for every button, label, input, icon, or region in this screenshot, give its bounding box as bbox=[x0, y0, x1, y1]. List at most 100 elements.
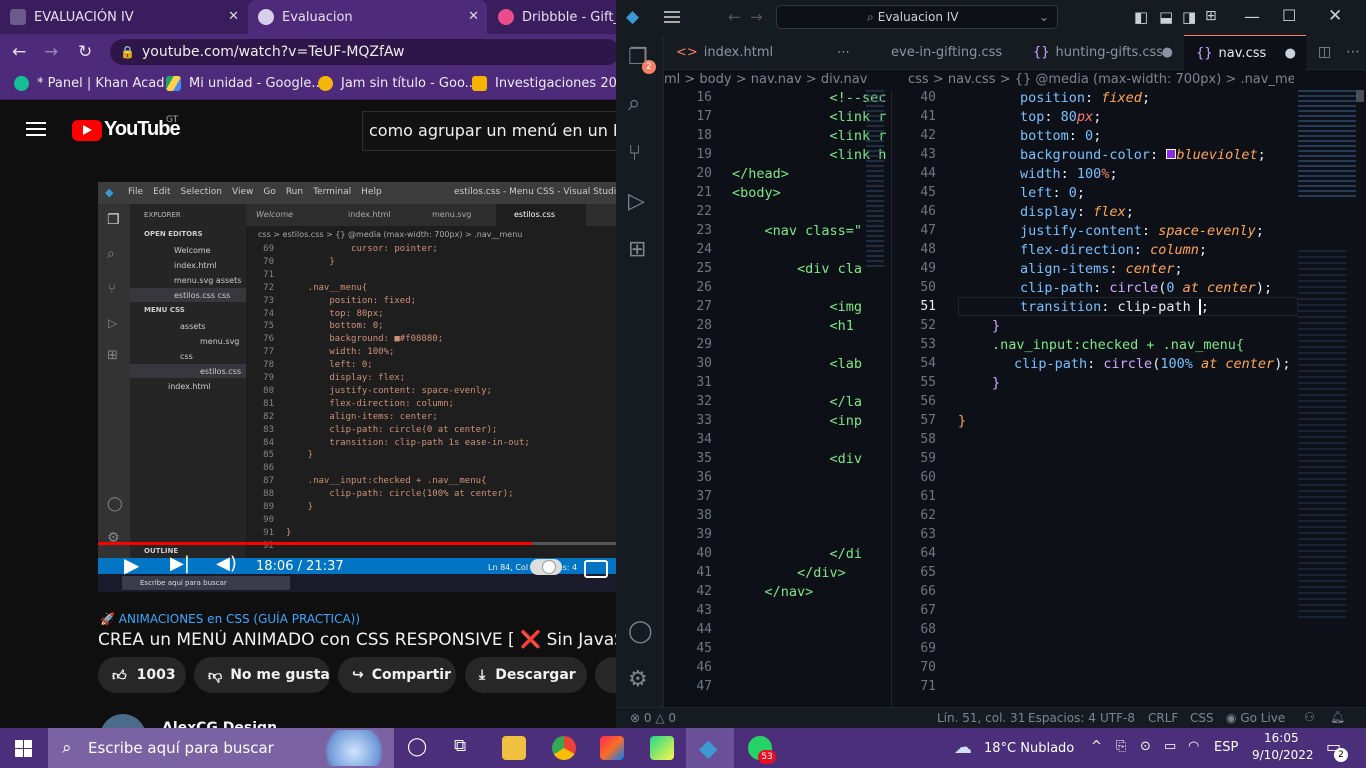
left-editor[interactable]: 16 <!--sec 17 <link r 18 <link r 19 <link h… bbox=[664, 90, 892, 707]
scrollbar-thumb[interactable] bbox=[1356, 90, 1364, 102]
indentation[interactable]: Espacios: 4 bbox=[1028, 711, 1096, 725]
meet-icon[interactable]: ⎘ bbox=[1116, 739, 1126, 754]
tab-nav-css[interactable]: {} nav.css ● bbox=[1184, 35, 1306, 70]
weather-icon[interactable]: ☁ bbox=[954, 737, 972, 758]
color-swatch[interactable] bbox=[1166, 149, 1177, 159]
notifications-icon[interactable]: 🔔︎ bbox=[1330, 710, 1345, 724]
back-icon[interactable]: ← bbox=[728, 8, 741, 26]
tab-eve-in-gifting[interactable]: eve-in-gifting.css bbox=[891, 35, 1017, 70]
wifi-icon[interactable]: ◠ bbox=[1188, 739, 1199, 754]
css-value: clip-path bbox=[1117, 299, 1191, 315]
toggle-panel-icon[interactable]: ⬓ bbox=[1159, 8, 1173, 26]
clock-time[interactable]: 16:05 bbox=[1264, 731, 1299, 745]
run-debug-icon[interactable]: ▷ bbox=[628, 189, 645, 214]
bookmark-investigaciones[interactable]: Investigaciones 202... bbox=[472, 76, 616, 91]
camera-icon[interactable]: ⊙ bbox=[1140, 739, 1151, 754]
bookmark-jam[interactable]: Jam sin título - Goo... bbox=[318, 76, 477, 91]
download-button[interactable]: ⤓ Descargar bbox=[465, 657, 587, 693]
css-icon: {} bbox=[1196, 46, 1213, 61]
more-actions-icon[interactable]: ⋯ bbox=[837, 35, 850, 70]
hamburger-icon[interactable] bbox=[26, 122, 46, 124]
breadcrumb-right[interactable]: css > nav.css > {} @media (max-width: 70… bbox=[908, 72, 1294, 87]
video-hashtag[interactable]: 🚀 ANIMACIONES en CSS (GUÍA PRACTICA)) bbox=[100, 612, 360, 626]
line-number: 50 bbox=[920, 280, 936, 295]
close-icon[interactable]: ✕ bbox=[1328, 6, 1342, 26]
vscode-taskbar-icon[interactable]: ◆ bbox=[699, 734, 717, 762]
subtitles-icon[interactable] bbox=[584, 560, 608, 578]
autoplay-toggle[interactable] bbox=[530, 559, 562, 575]
video-line-number: 80 bbox=[263, 385, 274, 396]
weather-text[interactable]: 18°C Nublado bbox=[984, 741, 1074, 756]
source-control-icon[interactable]: ⑂ bbox=[628, 141, 641, 166]
problems-indicator[interactable]: ⊗ 0 △ 0 bbox=[630, 711, 676, 725]
encoding[interactable]: UTF-8 bbox=[1100, 711, 1135, 725]
file-explorer-icon[interactable] bbox=[502, 736, 526, 760]
tab-hunting-gifts[interactable]: {} hunting-gifts.css ● bbox=[1021, 35, 1183, 70]
css-value: flex bbox=[1093, 204, 1126, 220]
right-editor[interactable]: 40 41 42 43 44 45 46 47 48 49 50 51 52 53 54 55 56 57 58 59… bbox=[892, 90, 1312, 707]
video-player[interactable]: ◆ File Edit Selection View Go Run Terminal Help… bbox=[98, 182, 616, 592]
breadcrumb-left[interactable]: ml > body > nav.nav > div.nav bbox=[664, 72, 892, 87]
maximize-icon[interactable]: ☐ bbox=[1282, 6, 1296, 25]
channel-avatar[interactable] bbox=[100, 714, 146, 728]
bookmark-drive[interactable]: Mi unidad - Google... bbox=[166, 76, 324, 91]
more-actions-icon[interactable]: ⋯ bbox=[1346, 44, 1360, 60]
back-icon[interactable]: ← bbox=[12, 42, 26, 62]
task-view-icon[interactable]: ⧉ bbox=[454, 736, 466, 756]
youtube-logo-icon[interactable] bbox=[72, 120, 102, 141]
volume-icon[interactable]: ◀) bbox=[216, 553, 237, 574]
tab-index-html[interactable]: <> index.html ⋯ bbox=[664, 35, 860, 70]
bookmark-khan[interactable]: * Panel | Khan Acad... bbox=[14, 76, 177, 91]
chrome-icon[interactable] bbox=[552, 736, 576, 760]
cortana-icon[interactable]: ◯ bbox=[407, 736, 427, 757]
share-button[interactable]: ↪ Compartir bbox=[338, 657, 456, 693]
toggle-sidebar-icon[interactable]: ◧ bbox=[1134, 8, 1148, 26]
browser-tab-dribbble[interactable]: Dribbble - Gift_UI bbox=[488, 0, 616, 34]
line-number: 67 bbox=[920, 603, 936, 618]
language-indicator[interactable]: ESP bbox=[1214, 740, 1238, 755]
video-line-number: 85 bbox=[263, 450, 274, 461]
manage-gear-icon[interactable]: ⚙ bbox=[628, 667, 648, 692]
minimize-icon[interactable]: — bbox=[1244, 7, 1260, 26]
go-live-button[interactable]: ◉ Go Live bbox=[1226, 711, 1285, 725]
browser-tab-evaluacion-iv[interactable]: EVALUACIÓN IV ✕ bbox=[0, 0, 247, 34]
close-tab-icon[interactable]: ✕ bbox=[468, 9, 479, 24]
address-bar[interactable]: 🔒 youtube.com/watch?v=TeUF-MQZfAw bbox=[110, 39, 616, 65]
close-tab-icon[interactable]: ✕ bbox=[228, 9, 239, 24]
menu-icon[interactable] bbox=[664, 11, 680, 13]
project-header: MENU CSS bbox=[144, 306, 185, 314]
progress-bar[interactable] bbox=[98, 542, 616, 545]
toggle-secondary-icon[interactable]: ◨ bbox=[1182, 8, 1196, 26]
language-mode[interactable]: CSS bbox=[1190, 711, 1214, 725]
more-button[interactable] bbox=[595, 657, 616, 693]
split-editor-icon[interactable]: ◫ bbox=[1318, 44, 1331, 60]
intellij-icon[interactable] bbox=[600, 736, 624, 760]
play-icon[interactable]: ▶ bbox=[124, 553, 139, 577]
forward-icon[interactable]: → bbox=[44, 42, 58, 62]
like-button[interactable]: 👍︎ 1003 bbox=[98, 657, 186, 693]
windows-start-icon[interactable] bbox=[15, 740, 32, 757]
pycharm-icon[interactable] bbox=[650, 736, 674, 760]
next-icon[interactable]: ▶| bbox=[170, 553, 190, 574]
clock-date[interactable]: 9/10/2022 bbox=[1252, 748, 1314, 762]
command-center-search[interactable]: ⌕ Evaluacion IV ⌄ bbox=[776, 5, 1058, 29]
search-icon[interactable]: ⌕ bbox=[628, 91, 640, 116]
browser-tab-evaluacion[interactable]: Evaluacion ✕ bbox=[248, 0, 487, 34]
end-of-line[interactable]: CRLF bbox=[1148, 711, 1178, 725]
youtube-search-input[interactable]: como agrupar un menú en un botor bbox=[362, 111, 616, 151]
line-number: 41 bbox=[696, 565, 712, 580]
battery-icon[interactable]: ▭ bbox=[1164, 739, 1176, 754]
account-icon[interactable]: ◯ bbox=[628, 619, 653, 644]
forward-icon[interactable]: → bbox=[750, 8, 763, 26]
layout-icon[interactable]: ⊞ bbox=[1205, 8, 1217, 24]
channel-name[interactable]: AlexCG Design bbox=[162, 720, 277, 728]
chevron-up-icon[interactable]: ^ bbox=[1091, 739, 1102, 754]
cursor-position[interactable]: Lín. 51, col. 31 bbox=[937, 711, 1025, 725]
reload-icon[interactable]: ↻ bbox=[78, 42, 92, 62]
right-minimap[interactable] bbox=[1298, 90, 1356, 200]
extensions-icon[interactable]: ⊞ bbox=[628, 237, 646, 262]
dislike-button[interactable]: 👎︎ No me gusta bbox=[194, 657, 330, 693]
css-brace: } bbox=[992, 318, 1001, 334]
left-minimap[interactable] bbox=[866, 90, 884, 270]
account-status-icon[interactable]: ⚇ bbox=[1304, 710, 1315, 724]
